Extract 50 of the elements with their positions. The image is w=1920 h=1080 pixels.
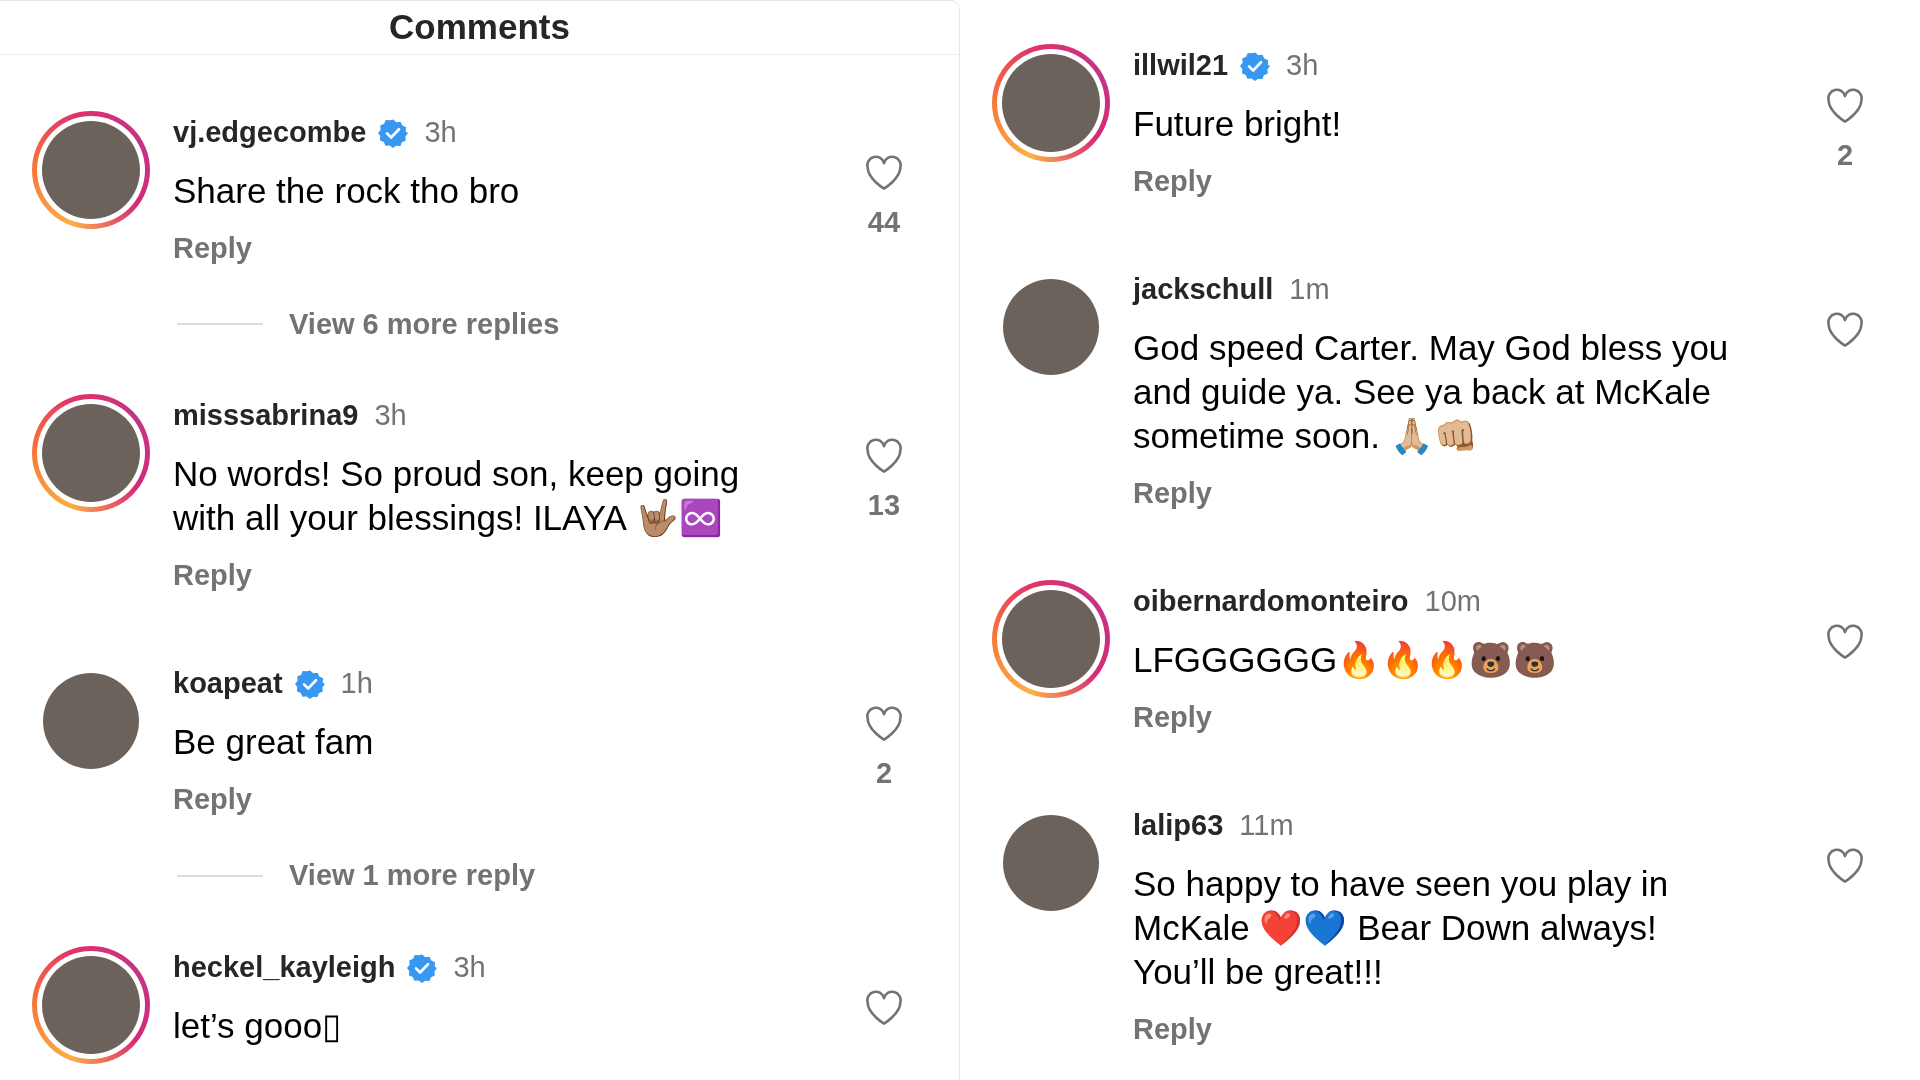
reply-link[interactable]: Reply	[173, 554, 773, 598]
verified-badge-icon	[294, 669, 325, 699]
username[interactable]: koapeat	[173, 662, 283, 706]
username[interactable]: lalip63	[1133, 804, 1224, 848]
username[interactable]: jackschull	[1133, 268, 1274, 312]
username[interactable]: vj.edgecombe	[173, 110, 367, 155]
comment-text: Future bright!	[1133, 103, 1343, 145]
comment-time: 11m	[1239, 808, 1294, 844]
verified-badge-icon	[1240, 51, 1271, 81]
reply-link[interactable]: Reply	[1133, 472, 1733, 516]
comment-time: 10m	[1424, 584, 1481, 620]
panel-title: Comments	[389, 6, 570, 48]
heart-icon[interactable]	[864, 154, 904, 191]
comment-text: Be great fam	[173, 721, 375, 763]
username[interactable]: misssabrina9	[173, 394, 359, 438]
view-replies-link[interactable]: View 1 more reply	[289, 854, 536, 898]
verified-badge-icon	[378, 117, 409, 148]
comment-text: Share the rock tho bro	[173, 169, 521, 212]
username[interactable]: illwil21	[1133, 44, 1229, 88]
comment-time: 3h	[374, 398, 407, 434]
verified-badge-icon	[407, 952, 438, 983]
username[interactable]: heckel_kayleigh	[173, 945, 396, 990]
comment-time: 3h	[453, 949, 486, 985]
username[interactable]: oibernardomonteiro	[1133, 580, 1409, 624]
comment-time: 1m	[1289, 272, 1330, 308]
comment-text: No words! So proud son, keep going with all your blessings! ILAYA 🤟🏽♾	[173, 453, 741, 540]
view-replies-link[interactable]: View 6 more replies	[289, 302, 560, 346]
heart-icon[interactable]	[1825, 848, 1865, 884]
reply-link[interactable]: Reply	[1133, 1008, 1733, 1052]
reply-link[interactable]: Reply	[173, 226, 773, 271]
heart-icon[interactable]	[864, 706, 904, 742]
reply-link[interactable]: Reply	[173, 778, 773, 822]
comment-text: So happy to have seen you play in McKale ❤💙 Bear Down always! You’ll be great!!!	[1133, 863, 1670, 993]
reply-link[interactable]: Reply	[1133, 696, 1733, 740]
like-count: 2	[875, 756, 893, 791]
like-count: 44	[867, 204, 901, 240]
reply-link[interactable]: Reply	[1133, 160, 1733, 204]
heart-icon[interactable]	[864, 438, 904, 474]
comment-text: God speed Carter. May God bless you and guide ya. See ya back at McKale sometime soon. 🙏🏼👊🏼	[1133, 327, 1730, 457]
like-count: 13	[867, 488, 901, 523]
comment-time: 1h	[340, 666, 373, 702]
comment-time: 3h	[1286, 48, 1319, 84]
comment-text: LFGGGGGG🔥🔥🔥🐻🐻	[1133, 639, 1559, 682]
heart-icon[interactable]	[1825, 624, 1865, 660]
heart-icon[interactable]	[1825, 312, 1865, 348]
comment-text: let’s gooo▯	[173, 1004, 343, 1047]
heart-icon[interactable]	[864, 989, 904, 1026]
heart-icon[interactable]	[1825, 88, 1865, 124]
comment-time: 3h	[424, 114, 457, 150]
like-count: 2	[1836, 138, 1854, 173]
